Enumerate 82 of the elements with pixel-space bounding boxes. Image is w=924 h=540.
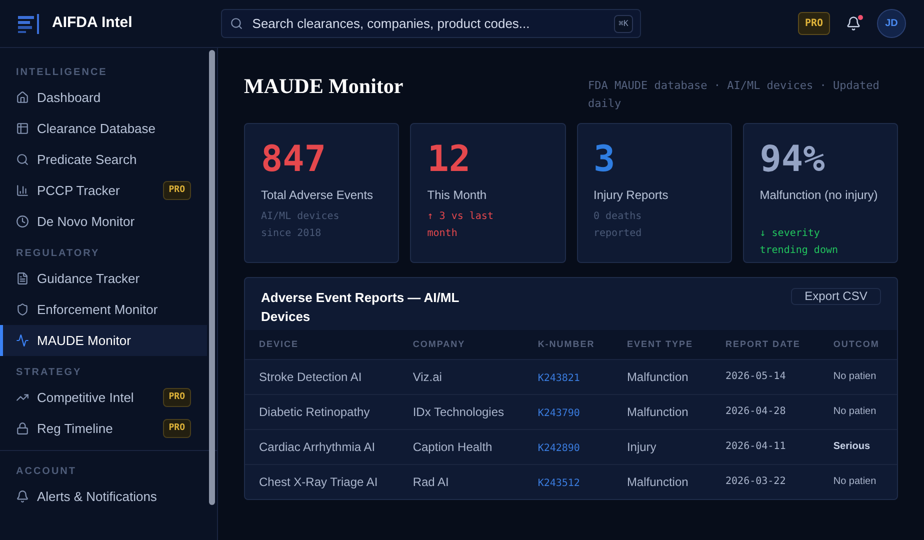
scrollbar-thumb[interactable]	[209, 50, 215, 505]
export-button[interactable]: Export CSV	[791, 288, 881, 305]
table-icon	[16, 122, 29, 135]
stat-label: Malfunction (no injury)	[760, 187, 879, 204]
stat-label: Total Adverse Events	[261, 187, 374, 204]
document-icon	[16, 272, 29, 285]
k-number-link[interactable]: K242890	[538, 442, 580, 454]
sidebar-item[interactable]: MAUDE Monitor	[0, 325, 207, 356]
table-cell: No patien	[819, 394, 897, 429]
table-cell: Diabetic Retinopathy	[245, 394, 399, 429]
logo-icon	[18, 14, 40, 34]
sidebar-item[interactable]: De Novo Monitor	[0, 206, 207, 237]
table-cell: No patien	[819, 464, 897, 499]
sidebar-item[interactable]: Reg Timeline PRO	[0, 413, 207, 444]
stat-value: 3	[594, 140, 616, 180]
column-header: DEVICE	[245, 330, 399, 359]
table-cell: Malfunction	[612, 464, 712, 499]
lock-icon	[16, 422, 29, 435]
pro-badge: PRO	[162, 418, 191, 438]
sidebar-item[interactable]: Clearance Database	[0, 113, 207, 144]
stat-label: This Month	[427, 187, 488, 204]
column-header: COMPANY	[398, 330, 524, 359]
sidebar-item[interactable]: Enforcement Monitor	[0, 294, 207, 325]
table-cell: Stroke Detection AI	[245, 359, 399, 394]
stat-value: 12	[427, 140, 472, 180]
home-icon	[16, 91, 29, 104]
section-heading: STRATEGY	[15, 366, 83, 380]
table-cell: Caption Health	[398, 429, 524, 464]
table-cell: 2026-05-14	[712, 359, 820, 394]
table-cell: Malfunction	[612, 359, 712, 394]
sidebar-item[interactable]: Guidance Tracker	[0, 263, 207, 294]
column-header: K-NUMBER	[524, 330, 613, 359]
k-number-link[interactable]: K243790	[538, 408, 580, 418]
table-cell: IDx Technologies	[398, 394, 524, 429]
search-icon	[230, 17, 244, 30]
page-subtitle: FDA MAUDE database · AI/ML devices · Updated daily	[588, 78, 880, 112]
notifications-icon[interactable]	[846, 16, 861, 31]
pro-badge: PRO	[162, 388, 191, 408]
pro-badge: PRO	[162, 180, 191, 200]
bell-icon	[16, 490, 29, 503]
stat-note: 0 deaths reported	[594, 210, 643, 241]
sidebar-item[interactable]: Competitive Intel PRO	[0, 382, 207, 413]
bar-chart-icon	[16, 184, 29, 197]
column-header: OUTCOM	[819, 330, 897, 359]
section-heading: INTELLIGENCE	[15, 66, 108, 80]
shield-icon	[16, 303, 29, 316]
table-cell: 2026-04-11	[712, 429, 820, 464]
sidebar-item[interactable]: Dashboard	[0, 82, 207, 113]
table-cell: Malfunction	[612, 394, 712, 429]
table-title: Adverse Event Reports — AI/ML Devices	[261, 289, 460, 326]
pulse-icon	[16, 334, 29, 347]
table-cell: No patien	[819, 359, 897, 394]
table-cell: Chest X-Ray Triage AI	[245, 464, 399, 499]
stat-note: ↑ 3 vs last month	[427, 210, 494, 241]
clock-icon	[16, 215, 29, 228]
page-title: MAUDE Monitor	[244, 74, 404, 98]
column-header: EVENT TYPE	[612, 330, 712, 359]
section-heading: ACCOUNT	[15, 464, 78, 478]
table-cell: 2026-03-22	[712, 464, 820, 499]
stat-note: ↓ severity trending down	[760, 227, 840, 258]
plan-badge: PRO	[798, 12, 830, 35]
stat-value: 847	[261, 140, 328, 180]
section-heading: REGULATORY	[15, 246, 101, 260]
shortcut-key: ⌘K	[614, 15, 634, 33]
k-number-link[interactable]: K243821	[538, 372, 580, 384]
table-cell: Serious	[819, 429, 897, 464]
sidebar-item[interactable]: Alerts & Notifications	[0, 481, 207, 512]
search-icon	[16, 153, 29, 166]
sidebar-item[interactable]: PCCP Tracker PRO	[0, 175, 207, 206]
column-header: REPORT DATE	[712, 330, 820, 359]
k-number-link[interactable]: K243512	[538, 478, 580, 489]
table-cell: Cardiac Arrhythmia AI	[245, 429, 399, 464]
stat-note: AI/ML devices since 2018	[261, 210, 340, 241]
table-cell: Injury	[612, 429, 712, 464]
table-cell: Rad AI	[398, 464, 524, 499]
stat-value: 94%	[760, 140, 826, 180]
table-cell: Viz.ai	[398, 359, 524, 394]
sidebar-item[interactable]: Predicate Search	[0, 144, 207, 175]
user-avatar[interactable]: JD	[877, 9, 906, 38]
stat-label: Injury Reports	[594, 187, 670, 204]
brand-name: AIFDA Intel	[52, 13, 132, 34]
table-cell: 2026-04-28	[712, 394, 820, 429]
